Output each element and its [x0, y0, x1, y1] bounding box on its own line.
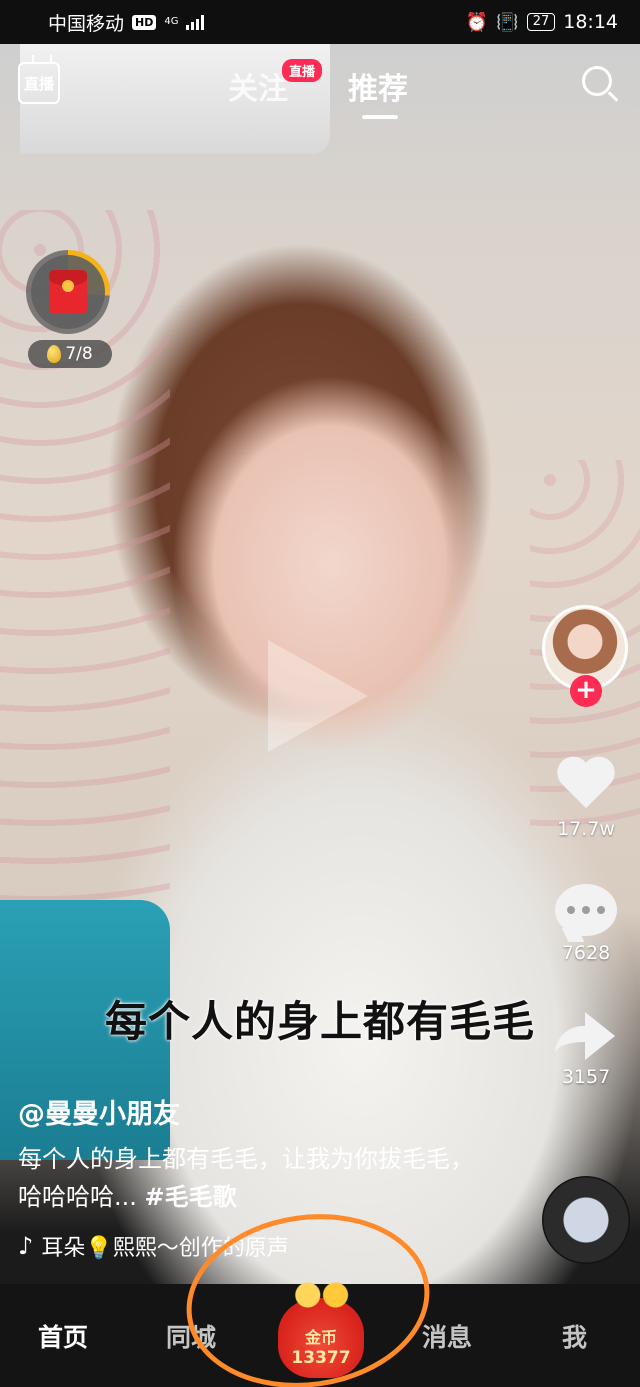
- red-packet-inner: [31, 255, 105, 329]
- coin-label: 金币: [304, 1328, 337, 1347]
- follow-plus-button[interactable]: +: [570, 675, 602, 707]
- live-label: 直播: [23, 74, 54, 93]
- like-count: 17.7w: [557, 818, 615, 840]
- search-icon[interactable]: [582, 66, 612, 96]
- clock: 18:14: [563, 11, 618, 33]
- gold-egg-icon: [47, 345, 62, 363]
- nav-city[interactable]: 同城: [166, 1318, 216, 1354]
- nav-home[interactable]: 首页: [38, 1318, 88, 1354]
- video-subtitle: 每个人的身上都有毛毛: [104, 997, 535, 1046]
- red-packet-timer[interactable]: [26, 250, 110, 334]
- music-info[interactable]: ♪ 耳朵💡熙熙～创作的原声: [18, 1230, 289, 1262]
- music-note-icon: ♪: [18, 1232, 34, 1260]
- nav-messages[interactable]: 消息: [422, 1318, 472, 1354]
- battery-level: 27: [526, 13, 556, 31]
- comment-count: 7628: [561, 942, 611, 964]
- hashtag-link[interactable]: #毛毛歌: [145, 1183, 237, 1211]
- gold-coins-icon: [288, 1282, 354, 1308]
- video-description: 每个人的身上都有毛毛，让我为你拔毛毛，哈哈哈哈... #毛毛歌: [18, 1140, 478, 1216]
- music-disc-icon[interactable]: [542, 1176, 630, 1264]
- music-title: 耳朵💡熙熙～创作的原声: [41, 1236, 289, 1261]
- bottom-nav: 首页 同城 金币 13377 消息 我: [0, 1282, 640, 1387]
- coin-bag-button[interactable]: 金币 13377: [278, 1282, 364, 1378]
- share-count: 3157: [561, 1066, 611, 1088]
- play-icon[interactable]: [268, 640, 368, 752]
- network-type: 4G: [164, 16, 179, 27]
- active-tab-indicator: [362, 115, 398, 119]
- comment-icon: [555, 884, 617, 936]
- red-packet-progress-text: 7/8: [65, 344, 93, 364]
- carrier-name: 中国移动: [48, 12, 125, 35]
- red-packet-icon: [49, 270, 87, 314]
- status-bar: 中国移动 HD 4G ⏰ 📳 27 18:14: [0, 0, 640, 44]
- live-tv-icon[interactable]: 直播: [18, 62, 60, 104]
- signal-icon: [186, 14, 205, 30]
- vibrate-icon: 📳: [496, 11, 519, 33]
- like-button[interactable]: 17.7w: [548, 758, 624, 840]
- description-text: 每个人的身上都有毛毛，让我为你拔毛毛，哈哈哈哈...: [18, 1145, 474, 1211]
- alarm-icon: ⏰: [465, 11, 489, 33]
- comment-button[interactable]: 7628: [548, 884, 624, 964]
- live-badge: 直播: [282, 59, 323, 82]
- coin-count: 13377: [291, 1348, 351, 1368]
- tab-follow[interactable]: 关注: [228, 64, 288, 108]
- red-packet-progress: 7/8: [28, 340, 112, 368]
- hd-badge: HD: [132, 14, 157, 30]
- author-name[interactable]: @曼曼小朋友: [18, 1092, 180, 1131]
- heart-icon: [556, 758, 616, 812]
- tab-recommend[interactable]: 推荐: [348, 64, 408, 108]
- nav-me[interactable]: 我: [562, 1318, 587, 1354]
